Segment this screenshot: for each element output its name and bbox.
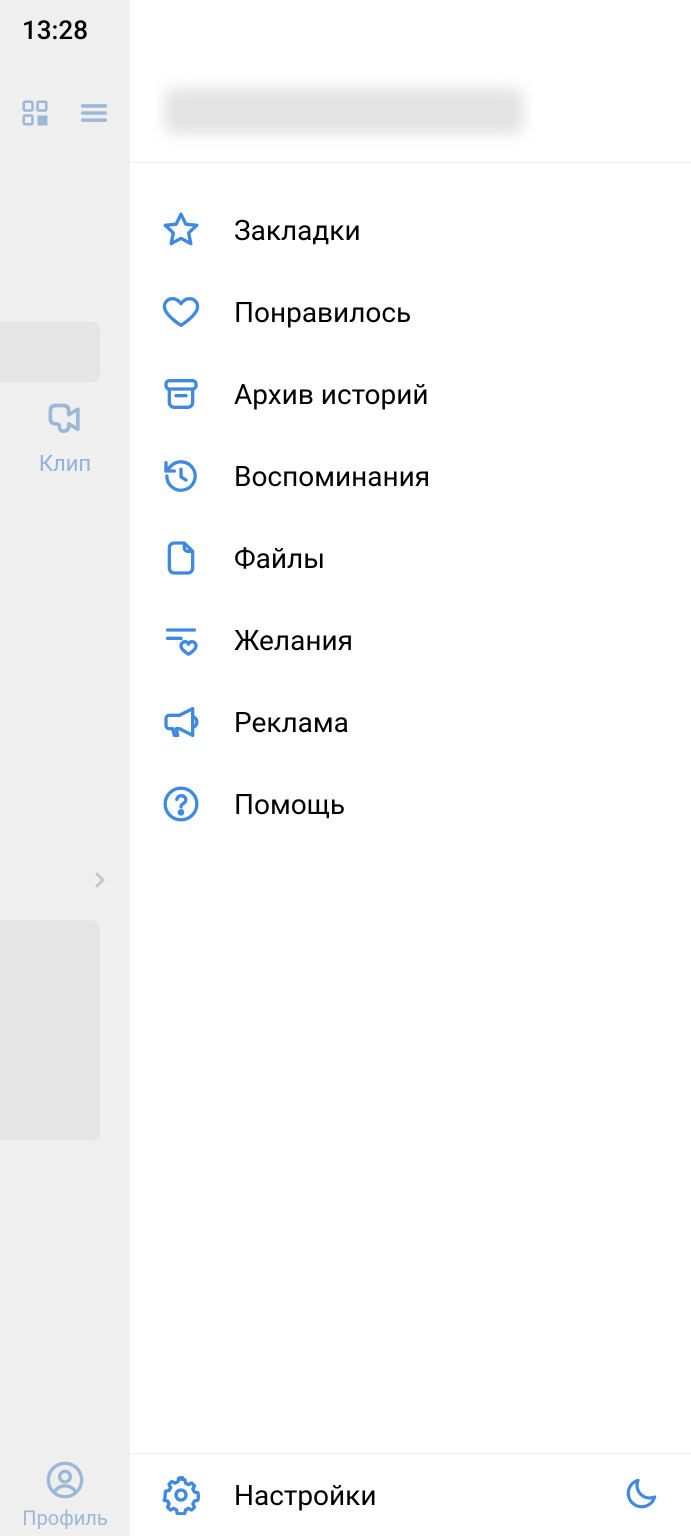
menu-label: Воспоминания <box>234 460 430 493</box>
sidebar-item-label: Клип <box>0 452 130 477</box>
menu-item-settings[interactable]: Настройки <box>160 1474 623 1516</box>
sidebar-item-klip[interactable]: Клип <box>0 400 130 477</box>
status-time: 13:28 <box>22 16 88 46</box>
archive-icon <box>160 373 202 415</box>
drawer-title-blurred <box>164 88 524 134</box>
tab-profile[interactable]: Профиль <box>0 1460 130 1530</box>
help-icon <box>160 783 202 825</box>
chevron-right-icon <box>88 868 112 896</box>
drawer-header[interactable] <box>130 0 691 163</box>
menu-item-wishlist[interactable]: Желания <box>130 599 691 681</box>
drawer-footer: Настройки <box>130 1453 691 1536</box>
drawer-panel: Закладки Понравилось Архив историй <box>130 0 691 1536</box>
menu-label: Желания <box>234 624 353 657</box>
menu-label: Архив историй <box>234 378 429 411</box>
menu-item-help[interactable]: Помощь <box>130 763 691 845</box>
menu-item-bookmarks[interactable]: Закладки <box>130 189 691 271</box>
qr-icon[interactable] <box>20 98 50 132</box>
menu-item-liked[interactable]: Понравилось <box>130 271 691 353</box>
menu-label: Понравилось <box>234 296 411 329</box>
menu-label: Настройки <box>234 1479 376 1512</box>
profile-icon <box>45 1460 85 1500</box>
tab-label: Профиль <box>0 1506 130 1530</box>
background-panel: Клип Профиль <box>0 0 130 1536</box>
history-icon <box>160 455 202 497</box>
drawer-menu: Закладки Понравилось Архив историй <box>130 163 691 1453</box>
menu-item-ads[interactable]: Реклама <box>130 681 691 763</box>
moon-icon <box>623 1497 661 1516</box>
menu-label: Помощь <box>234 788 345 821</box>
gear-icon <box>160 1474 202 1516</box>
menu-label: Файлы <box>234 542 325 575</box>
file-icon <box>160 537 202 579</box>
klip-icon <box>43 400 87 444</box>
dark-mode-button[interactable] <box>623 1474 661 1516</box>
menu-item-files[interactable]: Файлы <box>130 517 691 599</box>
wishlist-icon <box>160 619 202 661</box>
menu-icon[interactable] <box>77 96 111 134</box>
menu-label: Закладки <box>234 214 361 247</box>
menu-label: Реклама <box>234 706 349 739</box>
menu-item-memories[interactable]: Воспоминания <box>130 435 691 517</box>
menu-item-stories-archive[interactable]: Архив историй <box>130 353 691 435</box>
heart-icon <box>160 291 202 333</box>
megaphone-icon <box>160 701 202 743</box>
background-slab <box>0 322 100 382</box>
background-slab <box>0 920 100 1140</box>
star-icon <box>160 209 202 251</box>
